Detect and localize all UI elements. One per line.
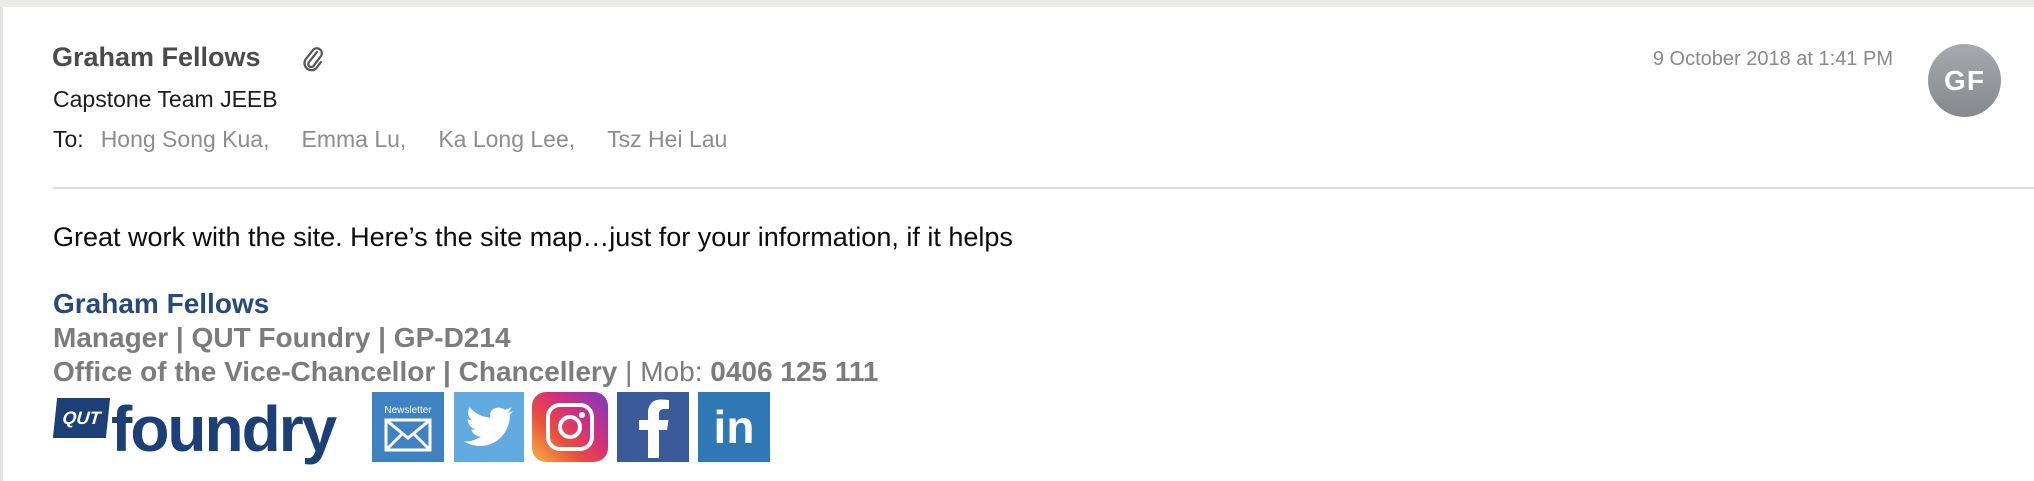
facebook-icon[interactable] [617, 392, 689, 462]
signature-office: Office of the Vice-Chancellor | Chancell… [53, 356, 618, 387]
recipient[interactable]: Emma Lu, [301, 126, 406, 153]
paperclip-icon[interactable] [302, 44, 324, 74]
newsletter-mail-icon[interactable]: Newsletter [372, 392, 444, 462]
message-header: Graham Fellows Capstone Team JEEB To: Ho… [0, 0, 2034, 190]
mobile-label: Mob: [640, 356, 711, 387]
newsletter-label: Newsletter [384, 404, 432, 416]
message-subject: Capstone Team JEEB [53, 86, 278, 112]
recipient[interactable]: Tsz Hei Lau [607, 126, 727, 153]
signature-separator: | [617, 356, 641, 387]
avatar[interactable]: GF [1928, 44, 2001, 117]
message-date: 9 October 2018 at 1:41 PM [1652, 48, 1893, 70]
sender-name[interactable]: Graham Fellows [52, 42, 261, 73]
linkedin-icon[interactable]: in [698, 392, 770, 462]
twitter-bird-icon [464, 407, 513, 446]
foundry-wordmark: foundry [111, 393, 337, 465]
linkedin-label: in [713, 401, 755, 453]
twitter-icon[interactable] [454, 392, 524, 462]
facebook-f-icon [639, 399, 669, 458]
qut-foundry-logo[interactable]: QUT foundry [52, 392, 337, 465]
instagram-icon[interactable] [532, 392, 608, 462]
envelope-icon [384, 418, 432, 451]
message-body: Great work with the site. Here’s the sit… [53, 222, 1013, 252]
mobile-number[interactable]: 0406 125 111 [710, 356, 878, 387]
qut-badge: QUT [52, 398, 111, 438]
signature-office-line: Office of the Vice-Chancellor | Chancell… [53, 356, 878, 388]
recipient[interactable]: Hong Song Kua, [101, 126, 270, 153]
to-label: To: [53, 126, 84, 152]
recipients-row: To: Hong Song Kua, Emma Lu, Ka Long Lee,… [53, 126, 759, 153]
signature-title-line: Manager | QUT Foundry | GP-D214 [53, 322, 511, 353]
signature-name: Graham Fellows [53, 288, 270, 319]
header-divider [53, 187, 2034, 189]
recipient[interactable]: Ka Long Lee, [438, 126, 575, 153]
instagram-camera-icon [546, 403, 594, 451]
